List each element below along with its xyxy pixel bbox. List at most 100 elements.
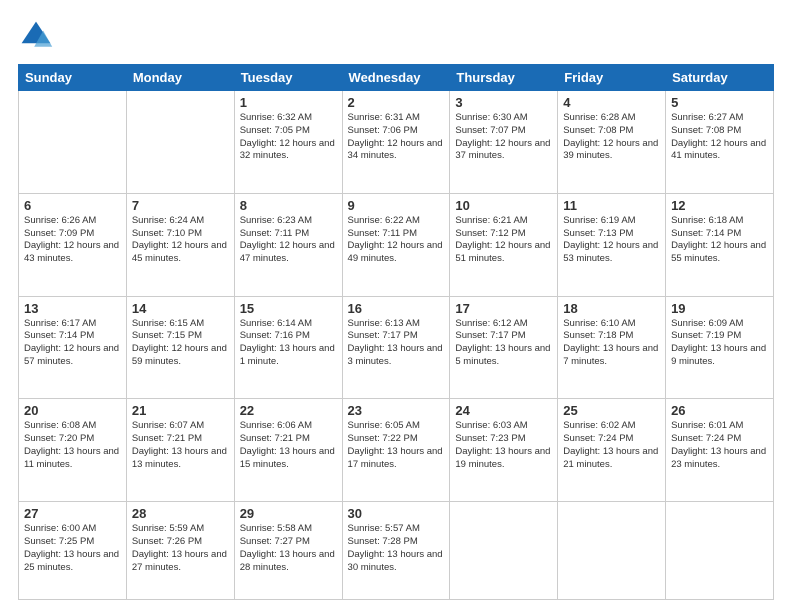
calendar-cell: 25 Sunrise: 6:02 AM Sunset: 7:24 PM Dayli… — [558, 399, 666, 502]
day-number: 26 — [671, 403, 768, 418]
calendar-cell: 10Sunrise: 6:21 AM Sunset: 7:12 PM Dayli… — [450, 193, 558, 296]
weekday-header: Sunday — [19, 65, 127, 91]
day-info: Sunrise: 6:21 AM Sunset: 7:12 PM Dayligh… — [455, 215, 552, 266]
day-number: 9 — [348, 198, 445, 213]
day-info: Sunrise: 6:15 AM Sunset: 7:15 PM Dayligh… — [132, 318, 229, 369]
day-number: 25 — [563, 403, 660, 418]
calendar-cell: 28 Sunrise: 5:59 AM Sunset: 7:26 PM Dayli… — [126, 502, 234, 600]
day-info: Sunrise: 6:08 AM Sunset: 7:20 PM Dayligh… — [24, 420, 121, 471]
day-number: 30 — [348, 506, 445, 521]
day-info: Sunrise: 6:02 AM Sunset: 7:24 PM Dayligh… — [563, 420, 660, 471]
day-info: Sunrise: 5:58 AM Sunset: 7:27 PM Dayligh… — [240, 523, 337, 574]
calendar-cell: 8 Sunrise: 6:23 AM Sunset: 7:11 PM Daylig… — [234, 193, 342, 296]
calendar-cell: 12Sunrise: 6:18 AM Sunset: 7:14 PM Dayli… — [666, 193, 774, 296]
calendar-cell: 13 Sunrise: 6:17 AM Sunset: 7:14 PM Dayli… — [19, 296, 127, 399]
day-number: 14 — [132, 301, 229, 316]
day-number: 20 — [24, 403, 121, 418]
logo — [18, 18, 58, 54]
calendar-cell: 22 Sunrise: 6:06 AM Sunset: 7:21 PM Dayli… — [234, 399, 342, 502]
calendar-row: 6 Sunrise: 6:26 AM Sunset: 7:09 PM Daylig… — [19, 193, 774, 296]
calendar-row: 20 Sunrise: 6:08 AM Sunset: 7:20 PM Dayli… — [19, 399, 774, 502]
calendar-cell: 14 Sunrise: 6:15 AM Sunset: 7:15 PM Dayli… — [126, 296, 234, 399]
weekday-header: Thursday — [450, 65, 558, 91]
weekday-header: Tuesday — [234, 65, 342, 91]
day-info: Sunrise: 6:28 AM Sunset: 7:08 PM Dayligh… — [563, 112, 660, 163]
day-number: 6 — [24, 198, 121, 213]
calendar-cell: 26 Sunrise: 6:01 AM Sunset: 7:24 PM Dayli… — [666, 399, 774, 502]
day-number: 3 — [455, 95, 552, 110]
calendar-cell: 30 Sunrise: 5:57 AM Sunset: 7:28 PM Dayli… — [342, 502, 450, 600]
header — [18, 18, 774, 54]
calendar-cell: 1 Sunrise: 6:32 AM Sunset: 7:05 PM Daylig… — [234, 91, 342, 194]
calendar-cell: 6 Sunrise: 6:26 AM Sunset: 7:09 PM Daylig… — [19, 193, 127, 296]
calendar-cell: 27 Sunrise: 6:00 AM Sunset: 7:25 PM Dayli… — [19, 502, 127, 600]
day-info: Sunrise: 6:32 AM Sunset: 7:05 PM Dayligh… — [240, 112, 337, 163]
day-number: 24 — [455, 403, 552, 418]
day-info: Sunrise: 6:03 AM Sunset: 7:23 PM Dayligh… — [455, 420, 552, 471]
day-number: 17 — [455, 301, 552, 316]
day-info: Sunrise: 6:00 AM Sunset: 7:25 PM Dayligh… — [24, 523, 121, 574]
calendar-cell — [19, 91, 127, 194]
day-number: 28 — [132, 506, 229, 521]
day-number: 19 — [671, 301, 768, 316]
calendar-cell: 23 Sunrise: 6:05 AM Sunset: 7:22 PM Dayli… — [342, 399, 450, 502]
day-info: Sunrise: 6:24 AM Sunset: 7:10 PM Dayligh… — [132, 215, 229, 266]
day-info: Sunrise: 6:07 AM Sunset: 7:21 PM Dayligh… — [132, 420, 229, 471]
weekday-header: Friday — [558, 65, 666, 91]
day-info: Sunrise: 6:30 AM Sunset: 7:07 PM Dayligh… — [455, 112, 552, 163]
calendar-cell — [126, 91, 234, 194]
calendar-cell: 7 Sunrise: 6:24 AM Sunset: 7:10 PM Daylig… — [126, 193, 234, 296]
day-info: Sunrise: 6:27 AM Sunset: 7:08 PM Dayligh… — [671, 112, 768, 163]
calendar-cell: 19 Sunrise: 6:09 AM Sunset: 7:19 PM Dayli… — [666, 296, 774, 399]
day-info: Sunrise: 6:26 AM Sunset: 7:09 PM Dayligh… — [24, 215, 121, 266]
calendar-cell: 20 Sunrise: 6:08 AM Sunset: 7:20 PM Dayli… — [19, 399, 127, 502]
day-number: 12 — [671, 198, 768, 213]
day-info: Sunrise: 6:09 AM Sunset: 7:19 PM Dayligh… — [671, 318, 768, 369]
day-number: 8 — [240, 198, 337, 213]
day-info: Sunrise: 6:05 AM Sunset: 7:22 PM Dayligh… — [348, 420, 445, 471]
logo-icon — [18, 18, 54, 54]
day-info: Sunrise: 6:23 AM Sunset: 7:11 PM Dayligh… — [240, 215, 337, 266]
day-number: 1 — [240, 95, 337, 110]
day-info: Sunrise: 6:12 AM Sunset: 7:17 PM Dayligh… — [455, 318, 552, 369]
day-number: 22 — [240, 403, 337, 418]
day-number: 18 — [563, 301, 660, 316]
weekday-header: Saturday — [666, 65, 774, 91]
day-info: Sunrise: 6:17 AM Sunset: 7:14 PM Dayligh… — [24, 318, 121, 369]
day-info: Sunrise: 6:10 AM Sunset: 7:18 PM Dayligh… — [563, 318, 660, 369]
weekday-header-row: SundayMondayTuesdayWednesdayThursdayFrid… — [19, 65, 774, 91]
calendar-cell: 5 Sunrise: 6:27 AM Sunset: 7:08 PM Daylig… — [666, 91, 774, 194]
day-number: 7 — [132, 198, 229, 213]
calendar-cell: 29 Sunrise: 5:58 AM Sunset: 7:27 PM Dayli… — [234, 502, 342, 600]
day-info: Sunrise: 6:06 AM Sunset: 7:21 PM Dayligh… — [240, 420, 337, 471]
day-number: 5 — [671, 95, 768, 110]
calendar-table: SundayMondayTuesdayWednesdayThursdayFrid… — [18, 64, 774, 600]
weekday-header: Monday — [126, 65, 234, 91]
calendar-cell: 11Sunrise: 6:19 AM Sunset: 7:13 PM Dayli… — [558, 193, 666, 296]
day-number: 29 — [240, 506, 337, 521]
day-number: 27 — [24, 506, 121, 521]
calendar-cell: 16 Sunrise: 6:13 AM Sunset: 7:17 PM Dayli… — [342, 296, 450, 399]
day-number: 4 — [563, 95, 660, 110]
day-info: Sunrise: 6:01 AM Sunset: 7:24 PM Dayligh… — [671, 420, 768, 471]
calendar-row: 27 Sunrise: 6:00 AM Sunset: 7:25 PM Dayli… — [19, 502, 774, 600]
calendar-cell: 24 Sunrise: 6:03 AM Sunset: 7:23 PM Dayli… — [450, 399, 558, 502]
calendar-cell — [450, 502, 558, 600]
day-number: 2 — [348, 95, 445, 110]
day-info: Sunrise: 6:31 AM Sunset: 7:06 PM Dayligh… — [348, 112, 445, 163]
day-info: Sunrise: 5:59 AM Sunset: 7:26 PM Dayligh… — [132, 523, 229, 574]
calendar-row: 1 Sunrise: 6:32 AM Sunset: 7:05 PM Daylig… — [19, 91, 774, 194]
day-info: Sunrise: 6:14 AM Sunset: 7:16 PM Dayligh… — [240, 318, 337, 369]
day-number: 13 — [24, 301, 121, 316]
calendar-cell — [666, 502, 774, 600]
calendar-cell: 3 Sunrise: 6:30 AM Sunset: 7:07 PM Daylig… — [450, 91, 558, 194]
day-number: 16 — [348, 301, 445, 316]
day-number: 15 — [240, 301, 337, 316]
day-info: Sunrise: 5:57 AM Sunset: 7:28 PM Dayligh… — [348, 523, 445, 574]
weekday-header: Wednesday — [342, 65, 450, 91]
calendar-cell — [558, 502, 666, 600]
day-number: 23 — [348, 403, 445, 418]
day-info: Sunrise: 6:13 AM Sunset: 7:17 PM Dayligh… — [348, 318, 445, 369]
calendar-row: 13 Sunrise: 6:17 AM Sunset: 7:14 PM Dayli… — [19, 296, 774, 399]
calendar-cell: 18 Sunrise: 6:10 AM Sunset: 7:18 PM Dayli… — [558, 296, 666, 399]
